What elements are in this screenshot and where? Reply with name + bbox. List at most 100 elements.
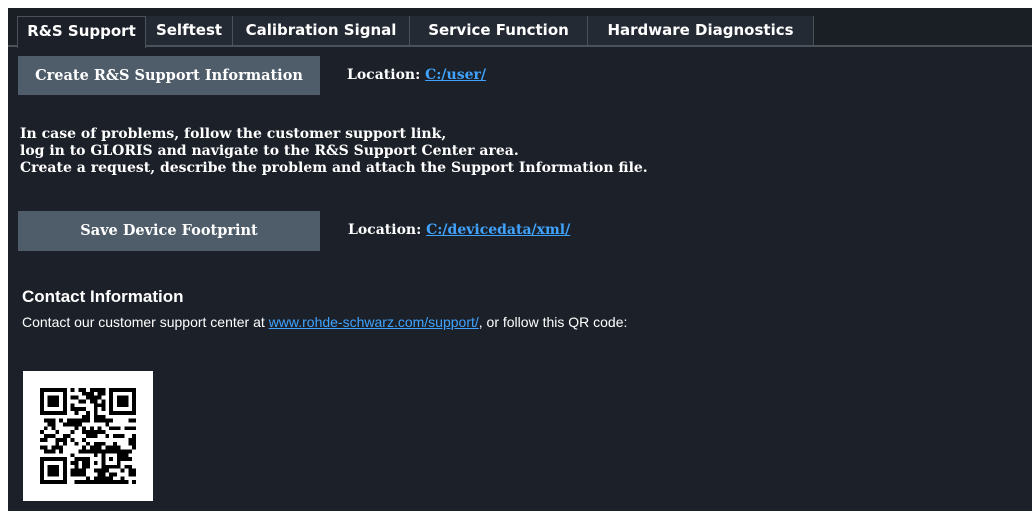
create-support-info-button[interactable]: Create R&S Support Information: [18, 56, 320, 95]
qr-module: [74, 407, 79, 412]
qr-module: [101, 414, 106, 419]
qr-module: [101, 476, 106, 481]
qr-module: [59, 480, 64, 484]
qr-module: [105, 449, 110, 454]
qr-module: [78, 457, 83, 461]
tab-rs-support[interactable]: R&S Support: [17, 16, 146, 48]
qr-module: [93, 480, 98, 484]
tab-hardware-diagnostics[interactable]: Hardware Diagnostics: [588, 16, 814, 46]
qr-module: [116, 457, 121, 461]
qr-module: [97, 445, 102, 450]
qr-module: [132, 468, 136, 473]
qr-module: [105, 434, 110, 438]
qr-module: [63, 480, 67, 484]
qr-module: [124, 480, 129, 484]
qr-module: [47, 434, 52, 438]
qr-module: [47, 403, 52, 408]
qr-module: [93, 445, 98, 450]
qr-module: [40, 464, 44, 469]
qr-module: [74, 395, 79, 400]
qr-module: [89, 399, 94, 404]
qr-module: [93, 388, 98, 392]
qr-module: [70, 437, 75, 442]
qr-module: [63, 391, 67, 396]
qr-module: [124, 403, 129, 408]
qr-module: [105, 468, 110, 473]
qr-module: [97, 476, 102, 481]
footprint-location-link[interactable]: C:/devicedata/xml/: [426, 222, 570, 238]
qr-module: [40, 395, 44, 400]
qr-module: [74, 480, 79, 484]
qr-module: [47, 411, 52, 415]
qr-module: [120, 476, 125, 481]
qr-module: [101, 399, 106, 404]
qr-module: [74, 468, 79, 473]
qr-module: [93, 414, 98, 419]
qr-module: [120, 468, 125, 473]
qr-module: [51, 464, 56, 469]
qr-module: [128, 457, 133, 461]
qr-module: [74, 460, 79, 465]
qr-module: [109, 407, 113, 412]
qr-module: [109, 449, 113, 454]
qr-module: [55, 388, 60, 392]
qr-module: [89, 426, 94, 431]
qr-module: [63, 434, 67, 438]
qr-module: [120, 399, 125, 404]
qr-module: [128, 411, 133, 415]
qr-module: [43, 434, 48, 438]
qr-module: [132, 418, 136, 423]
qr-module: [89, 388, 94, 392]
qr-module: [55, 430, 60, 435]
qr-module: [78, 422, 83, 427]
qr-module: [101, 453, 106, 458]
qr-module: [132, 403, 136, 408]
qr-module: [112, 388, 117, 392]
qr-module: [116, 480, 121, 484]
qr-module: [82, 414, 87, 419]
qr-module: [120, 395, 125, 400]
qr-module: [97, 426, 102, 431]
qr-module: [43, 426, 48, 431]
qr-module: [55, 472, 60, 477]
tab-service-function[interactable]: Service Function: [410, 16, 588, 46]
qr-module: [51, 445, 56, 450]
support-info-location-link[interactable]: C:/user/: [425, 67, 486, 83]
qr-module: [55, 445, 60, 450]
qr-module: [63, 468, 67, 473]
qr-module: [105, 445, 110, 450]
qr-module: [124, 464, 129, 469]
qr-module: [109, 476, 113, 481]
qr-code-icon: [23, 371, 153, 501]
qr-module: [124, 426, 129, 431]
qr-module: [82, 468, 87, 473]
support-website-link[interactable]: www.rohde-schwarz.com/support/: [269, 314, 479, 330]
qr-module: [128, 437, 133, 442]
qr-module: [82, 418, 87, 423]
qr-module: [86, 480, 90, 484]
qr-module: [47, 464, 52, 469]
qr-module: [128, 426, 133, 431]
qr-module: [55, 411, 60, 415]
qr-module: [70, 403, 75, 408]
qr-module: [101, 460, 106, 465]
tab-selftest[interactable]: Selftest: [146, 16, 233, 46]
qr-module: [74, 426, 79, 431]
qr-module: [116, 388, 121, 392]
qr-module: [109, 391, 113, 396]
save-device-footprint-button[interactable]: Save Device Footprint: [18, 211, 320, 251]
qr-module: [101, 449, 106, 454]
qr-module: [97, 403, 102, 408]
qr-module: [74, 457, 79, 461]
qr-module: [40, 460, 44, 465]
qr-module: [40, 480, 44, 484]
qr-module: [74, 472, 79, 477]
qr-module: [40, 403, 44, 408]
qr-module: [86, 430, 90, 435]
qr-module: [55, 399, 60, 404]
contact-text: Contact our customer support center at w…: [22, 313, 682, 331]
qr-module: [51, 418, 56, 423]
tab-calibration-signal[interactable]: Calibration Signal: [233, 16, 410, 46]
qr-module: [82, 460, 87, 465]
qr-module: [40, 388, 44, 392]
